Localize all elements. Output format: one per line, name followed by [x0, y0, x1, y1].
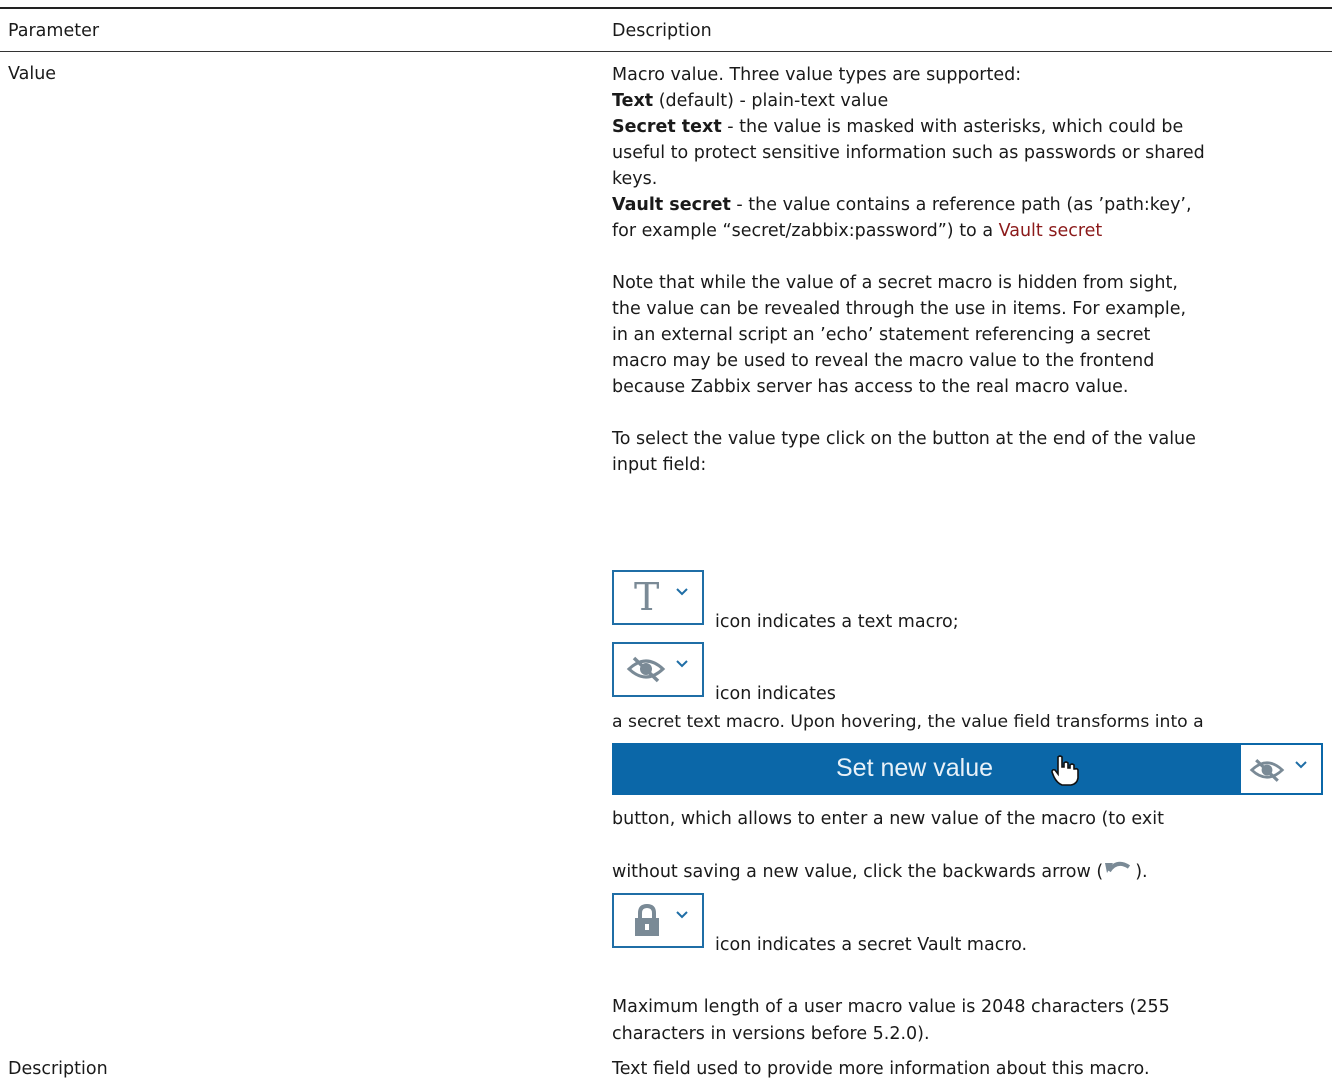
header-parameter: Parameter	[8, 21, 100, 41]
note-line-5: because Zabbix server has access to the …	[612, 377, 1129, 397]
param-description: Description	[8, 1059, 108, 1079]
text-icon: T	[634, 575, 660, 619]
text-type-line: Text (default) - plain-text value	[612, 91, 889, 111]
vault-secret-link[interactable]: Vault secret	[999, 221, 1103, 241]
secret-type-button[interactable]	[612, 642, 704, 697]
chevron-down-icon	[676, 584, 688, 600]
chevron-down-icon	[1295, 757, 1307, 773]
table-top-rule	[0, 7, 1332, 9]
note-line-1: Note that while the value of a secret ma…	[612, 273, 1178, 293]
set-new-value-button[interactable]: Set new value	[612, 743, 1323, 795]
secret-text-line: a secret text macro. Upon hovering, the …	[612, 712, 1204, 732]
text-type-button[interactable]: T	[612, 570, 704, 625]
set-new-value-label: Set new value	[836, 754, 994, 782]
chevron-down-icon	[676, 907, 688, 923]
note-line-4: macro may be used to reveal the macro va…	[612, 351, 1155, 371]
chevron-down-icon	[676, 656, 688, 672]
vault-type-line: Vault secret - the value contains a refe…	[612, 195, 1192, 215]
button-line-2: without saving a new value, click the ba…	[612, 857, 1148, 884]
value-type-toggle[interactable]	[1239, 743, 1323, 795]
select-line-2: input field:	[612, 455, 707, 475]
max-length-line-1: Maximum length of a user macro value is …	[612, 997, 1170, 1017]
hand-cursor-icon	[1048, 753, 1082, 792]
secret-icon-caption: icon indicates	[715, 684, 836, 704]
select-line-1: To select the value type click on the bu…	[612, 429, 1196, 449]
param-value: Value	[8, 64, 57, 84]
header-description: Description	[612, 21, 712, 41]
value-description: Macro value. Three value types are suppo…	[612, 62, 1327, 478]
button-line-1: button, which allows to enter a new valu…	[612, 809, 1164, 829]
vault-type-label: Vault secret	[612, 195, 731, 215]
table-header-rule	[0, 51, 1332, 52]
eye-slash-icon	[626, 655, 666, 688]
text-icon-caption: icon indicates a text macro;	[715, 612, 959, 632]
vault-icon-caption: icon indicates a secret Vault macro.	[715, 935, 1028, 955]
note-line-3: in an external script an ’echo’ statemen…	[612, 325, 1151, 345]
undo-arrow-icon	[1103, 857, 1135, 879]
intro-line: Macro value. Three value types are suppo…	[612, 65, 1022, 85]
text-type-label: Text	[612, 91, 654, 111]
vault-type-button[interactable]	[612, 893, 704, 948]
secret-type-label: Secret text	[612, 117, 722, 137]
eye-slash-icon	[1249, 757, 1285, 788]
max-length-line-2: characters in versions before 5.2.0).	[612, 1024, 930, 1044]
secret-type-line: Secret text - the value is masked with a…	[612, 117, 1184, 137]
lock-icon	[632, 903, 662, 943]
note-line-2: the value can be revealed through the us…	[612, 299, 1187, 319]
description-text: Text field used to provide more informat…	[612, 1059, 1150, 1079]
